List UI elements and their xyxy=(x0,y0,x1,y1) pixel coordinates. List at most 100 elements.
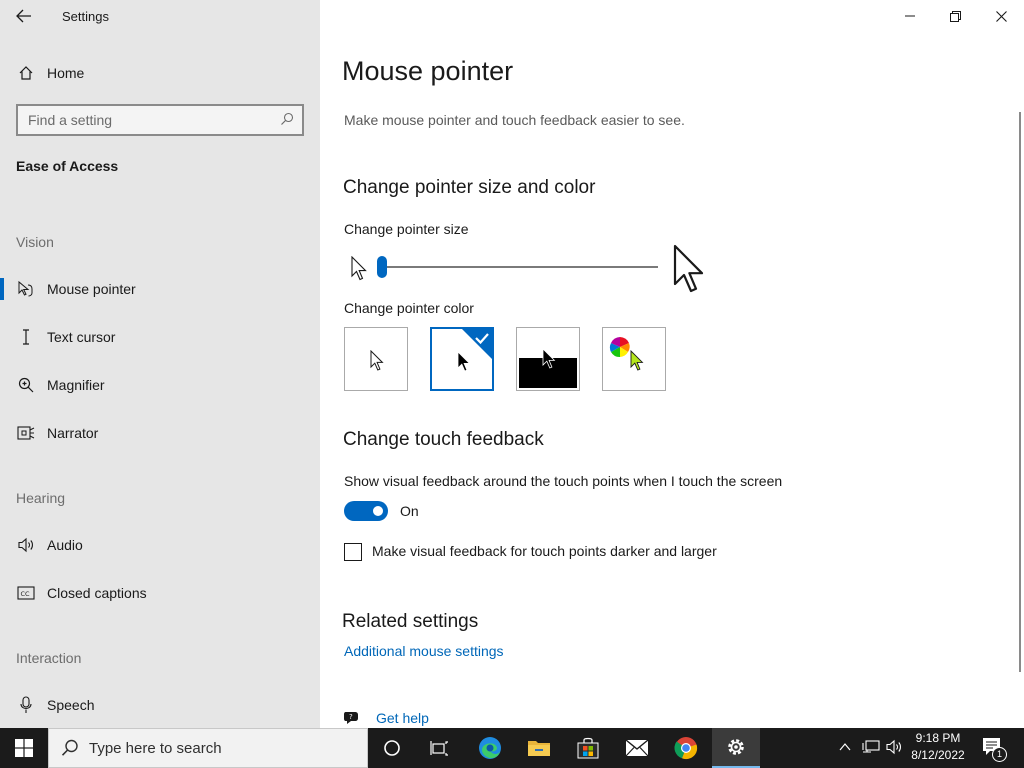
taskbar-search-placeholder: Type here to search xyxy=(89,740,222,757)
notification-badge: 1 xyxy=(992,747,1007,762)
clock-time: 9:18 PM xyxy=(915,731,961,745)
sidebar-item-label: Magnifier xyxy=(47,377,105,393)
pointer-size-slider-thumb[interactable] xyxy=(377,256,387,278)
touch-feedback-label: Show visual feedback around the touch po… xyxy=(344,473,783,489)
narrator-icon xyxy=(16,423,36,443)
mail-button[interactable] xyxy=(613,728,661,768)
close-button[interactable] xyxy=(978,0,1024,32)
app-title: Settings xyxy=(62,9,109,24)
volume-button[interactable] xyxy=(885,739,903,760)
darker-feedback-label: Make visual feedback for touch points da… xyxy=(372,543,717,559)
svg-text:?: ? xyxy=(349,713,353,721)
color-wheel-icon xyxy=(609,337,630,358)
show-hidden-icons-button[interactable] xyxy=(838,740,852,759)
touch-section-heading: Change touch feedback xyxy=(343,429,544,450)
home-icon xyxy=(16,63,36,83)
mail-icon xyxy=(625,739,649,757)
sidebar-item-label: Narrator xyxy=(47,425,99,441)
mouse-pointer-icon xyxy=(16,279,36,299)
taskbar: Type here to search 9:18 PM 8/12/2022 1 xyxy=(0,728,1024,768)
darker-feedback-checkbox[interactable] xyxy=(344,543,362,561)
search-icon xyxy=(61,739,78,756)
toggle-state-label: On xyxy=(400,503,419,519)
edge-button[interactable] xyxy=(466,728,514,768)
pointer-color-inverted-option[interactable] xyxy=(516,327,580,391)
white-pointer-icon xyxy=(370,350,384,371)
restore-button[interactable] xyxy=(932,0,978,32)
section-heading-hearing: Hearing xyxy=(16,490,66,506)
toggle-knob xyxy=(373,506,383,516)
sidebar-item-label: Closed captions xyxy=(47,585,147,601)
microphone-icon xyxy=(16,695,36,715)
sidebar-item-home[interactable]: Home xyxy=(0,53,320,93)
search-icon xyxy=(280,112,294,131)
pointer-color-black-option[interactable] xyxy=(430,327,494,391)
sidebar-item-speech[interactable]: Speech xyxy=(0,685,320,725)
task-view-icon xyxy=(430,741,448,756)
store-button[interactable] xyxy=(564,728,612,768)
network-button[interactable] xyxy=(862,739,880,760)
get-help-link[interactable]: Get help xyxy=(376,710,429,726)
sidebar-item-label: Mouse pointer xyxy=(47,281,136,297)
minimize-icon xyxy=(905,15,915,17)
page-description: Make mouse pointer and touch feedback ea… xyxy=(344,112,685,128)
audio-icon xyxy=(16,535,36,555)
sidebar-item-text-cursor[interactable]: Text cursor xyxy=(0,317,320,357)
action-center-button[interactable]: 1 xyxy=(982,737,1007,762)
sidebar-item-narrator[interactable]: Narrator xyxy=(0,413,320,453)
page-title: Mouse pointer xyxy=(342,56,514,86)
magnifier-icon xyxy=(16,375,36,395)
edge-icon xyxy=(479,737,501,759)
pointer-color-custom-option[interactable] xyxy=(602,327,666,391)
taskbar-search-box[interactable]: Type here to search xyxy=(48,728,368,768)
category-title: Ease of Access xyxy=(16,158,119,174)
sidebar-item-label: Home xyxy=(47,65,85,81)
large-pointer-icon xyxy=(672,244,708,301)
custom-pointer-icon xyxy=(630,350,644,371)
file-explorer-button[interactable] xyxy=(515,728,563,768)
back-arrow-icon xyxy=(16,9,31,23)
sidebar-item-label: Audio xyxy=(47,537,83,553)
black-pointer-icon xyxy=(457,351,471,372)
cortana-icon xyxy=(384,740,400,756)
sidebar-item-closed-captions[interactable]: CC Closed captions xyxy=(0,573,320,613)
start-button[interactable] xyxy=(0,728,48,768)
touch-feedback-toggle[interactable] xyxy=(344,501,388,521)
sidebar-item-audio[interactable]: Audio xyxy=(0,525,320,565)
gear-icon xyxy=(728,739,744,755)
svg-text:CC: CC xyxy=(21,590,31,598)
closed-captions-icon: CC xyxy=(16,583,36,603)
search-input[interactable] xyxy=(18,106,268,134)
minimize-button[interactable] xyxy=(887,0,933,32)
pointer-size-label: Change pointer size xyxy=(344,221,469,237)
clock[interactable]: 9:18 PM 8/12/2022 xyxy=(906,731,970,762)
cortana-button[interactable] xyxy=(368,728,416,768)
related-settings-heading: Related settings xyxy=(342,611,479,632)
pointer-size-slider-track[interactable] xyxy=(382,266,658,268)
sidebar-item-mouse-pointer[interactable]: Mouse pointer xyxy=(0,269,320,309)
back-button[interactable] xyxy=(12,4,36,28)
windows-logo-icon xyxy=(15,739,33,757)
chrome-icon xyxy=(674,737,698,760)
settings-button[interactable] xyxy=(712,728,760,768)
search-field[interactable] xyxy=(16,104,304,136)
section-heading-interaction: Interaction xyxy=(16,650,82,666)
chrome-button[interactable] xyxy=(662,728,710,768)
pointer-color-label: Change pointer color xyxy=(344,300,474,316)
sidebar-item-label: Text cursor xyxy=(47,329,116,345)
task-view-button[interactable] xyxy=(416,728,464,768)
scrollbar[interactable] xyxy=(1019,112,1021,672)
store-icon xyxy=(577,737,599,759)
additional-mouse-settings-link[interactable]: Additional mouse settings xyxy=(344,643,504,659)
volume-icon xyxy=(886,739,901,755)
text-cursor-icon xyxy=(16,327,36,347)
section-heading-vision: Vision xyxy=(16,234,54,250)
small-pointer-icon xyxy=(350,255,368,287)
chevron-up-icon xyxy=(839,743,851,751)
clock-date: 8/12/2022 xyxy=(911,748,965,762)
network-icon xyxy=(862,740,880,753)
sidebar-item-magnifier[interactable]: Magnifier xyxy=(0,365,320,405)
pointer-section-heading: Change pointer size and color xyxy=(343,177,596,198)
sidebar: Settings Home Ease of Access Vision Mous… xyxy=(0,0,320,728)
pointer-color-white-option[interactable] xyxy=(344,327,408,391)
